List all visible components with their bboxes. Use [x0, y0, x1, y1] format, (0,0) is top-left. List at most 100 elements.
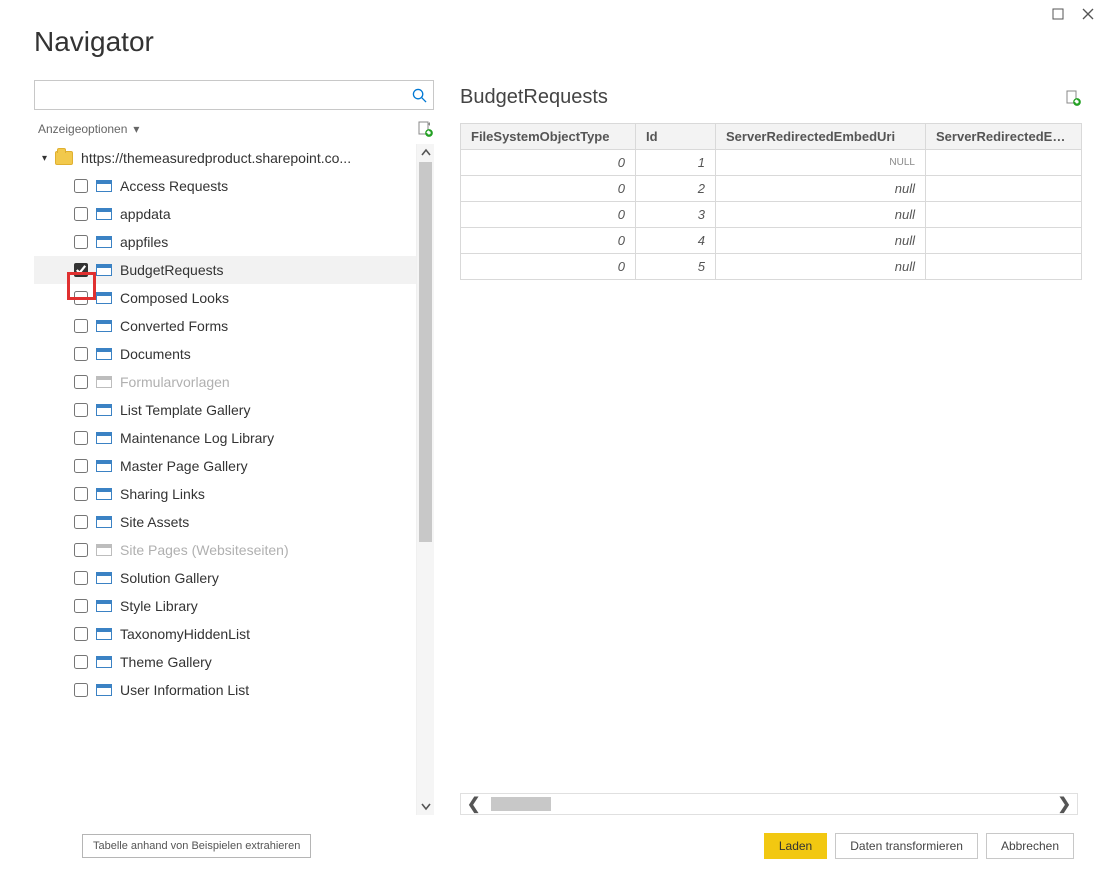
table-cell: null — [716, 254, 926, 280]
collapse-icon[interactable]: ▾ — [42, 153, 47, 164]
tree-item-checkbox[interactable] — [74, 571, 88, 585]
tree-item-checkbox[interactable] — [74, 431, 88, 445]
tree-item-label: Site Assets — [120, 514, 189, 530]
tree-item-checkbox[interactable] — [74, 655, 88, 669]
cancel-button[interactable]: Abbrechen — [986, 833, 1074, 859]
column-header[interactable]: ServerRedirectedEmbed — [926, 124, 1082, 150]
table-cell: 0 — [461, 202, 636, 228]
tree-item[interactable]: appfiles — [34, 228, 416, 256]
tree-item-checkbox[interactable] — [74, 375, 88, 389]
tree-item-label: Maintenance Log Library — [120, 430, 274, 446]
tree-item[interactable]: Theme Gallery — [34, 648, 416, 676]
tree-item[interactable]: Converted Forms — [34, 312, 416, 340]
tree-item[interactable]: Access Requests — [34, 172, 416, 200]
scroll-up-icon[interactable] — [417, 144, 434, 162]
table-cell: 0 — [461, 150, 636, 176]
column-header[interactable]: ServerRedirectedEmbedUri — [716, 124, 926, 150]
scroll-left-icon[interactable]: ❮ — [467, 794, 480, 814]
load-button[interactable]: Laden — [764, 833, 827, 859]
tree-item-label: Master Page Gallery — [120, 458, 248, 474]
tree-item-checkbox[interactable] — [74, 627, 88, 641]
chevron-down-icon: ▾ — [133, 122, 139, 136]
table-icon — [96, 292, 112, 304]
table-cell: 5 — [636, 254, 716, 280]
scroll-thumb[interactable] — [419, 162, 432, 542]
table-cell — [926, 254, 1082, 280]
tree-item[interactable]: Site Pages (Websiteseiten) — [34, 536, 416, 564]
table-icon — [96, 376, 112, 388]
tree-item-label: Site Pages (Websiteseiten) — [120, 542, 289, 558]
search-input[interactable] — [35, 88, 405, 103]
tree-item-label: Style Library — [120, 598, 198, 614]
tree-item[interactable]: Maintenance Log Library — [34, 424, 416, 452]
table-row: 03null — [461, 202, 1082, 228]
tree-item-label: TaxonomyHiddenList — [120, 626, 250, 642]
tree-item-label: Converted Forms — [120, 318, 228, 334]
extract-by-example-button[interactable]: Tabelle anhand von Beispielen extrahiere… — [82, 834, 311, 858]
tree-item-checkbox[interactable] — [74, 291, 88, 305]
tree-item-label: Formularvorlagen — [120, 374, 230, 390]
tree-item[interactable]: Documents — [34, 340, 416, 368]
table-row: 04null — [461, 228, 1082, 254]
tree-item[interactable]: Site Assets — [34, 508, 416, 536]
tree-item-checkbox[interactable] — [74, 235, 88, 249]
scroll-down-icon[interactable] — [417, 797, 434, 815]
transform-button[interactable]: Daten transformieren — [835, 833, 978, 859]
column-header[interactable]: FileSystemObjectType — [461, 124, 636, 150]
table-row: 02null — [461, 176, 1082, 202]
tree-item[interactable]: BudgetRequests — [34, 256, 416, 284]
tree-item[interactable]: TaxonomyHiddenList — [34, 620, 416, 648]
tree-item-checkbox[interactable] — [74, 459, 88, 473]
tree-item-checkbox[interactable] — [74, 207, 88, 221]
tree-item[interactable]: Composed Looks — [34, 284, 416, 312]
table-icon — [96, 628, 112, 640]
tree-item-checkbox[interactable] — [74, 403, 88, 417]
tree-item[interactable]: Formularvorlagen — [34, 368, 416, 396]
horizontal-scrollbar[interactable]: ❮ ❯ — [460, 793, 1078, 815]
search-icon[interactable] — [405, 88, 433, 103]
table-cell: 0 — [461, 228, 636, 254]
tree-item-checkbox[interactable] — [74, 683, 88, 697]
table-cell: 2 — [636, 176, 716, 202]
table-cell — [926, 176, 1082, 202]
tree-item-checkbox[interactable] — [74, 263, 88, 277]
tree-item[interactable]: Sharing Links — [34, 480, 416, 508]
table-icon — [96, 180, 112, 192]
navigator-tree[interactable]: ▾ https://themeasuredproduct.sharepoint.… — [34, 144, 416, 815]
tree-item[interactable]: Style Library — [34, 592, 416, 620]
tree-item-checkbox[interactable] — [74, 179, 88, 193]
tree-scrollbar[interactable] — [416, 144, 434, 815]
table-icon — [96, 656, 112, 668]
refresh-button[interactable] — [416, 120, 434, 138]
tree-root[interactable]: ▾ https://themeasuredproduct.sharepoint.… — [34, 144, 416, 172]
tree-item-checkbox[interactable] — [74, 347, 88, 361]
tree-item-checkbox[interactable] — [74, 487, 88, 501]
column-header[interactable]: Id — [636, 124, 716, 150]
table-icon — [96, 208, 112, 220]
table-icon — [96, 544, 112, 556]
tree-item-checkbox[interactable] — [74, 515, 88, 529]
preview-refresh-button[interactable] — [1064, 89, 1082, 107]
tree-item-checkbox[interactable] — [74, 599, 88, 613]
tree-item[interactable]: Solution Gallery — [34, 564, 416, 592]
table-cell: 4 — [636, 228, 716, 254]
tree-item-label: Documents — [120, 346, 191, 362]
tree-item[interactable]: Master Page Gallery — [34, 452, 416, 480]
tree-item[interactable]: User Information List — [34, 676, 416, 704]
table-row: 05null — [461, 254, 1082, 280]
hscroll-thumb[interactable] — [491, 797, 551, 811]
scroll-right-icon[interactable]: ❯ — [1058, 794, 1071, 814]
tree-item[interactable]: appdata — [34, 200, 416, 228]
table-icon — [96, 488, 112, 500]
display-options-dropdown[interactable]: Anzeigeoptionen ▾ — [34, 122, 139, 136]
tree-item-label: Theme Gallery — [120, 654, 212, 670]
tree-item-checkbox[interactable] — [74, 319, 88, 333]
tree-item-checkbox[interactable] — [74, 543, 88, 557]
table-cell — [926, 150, 1082, 176]
search-box[interactable] — [34, 80, 434, 110]
tree-item-label: Composed Looks — [120, 290, 229, 306]
window-restore-button[interactable] — [1050, 6, 1066, 22]
tree-item[interactable]: List Template Gallery — [34, 396, 416, 424]
preview-title: BudgetRequests — [460, 86, 608, 109]
window-close-button[interactable] — [1080, 6, 1096, 22]
